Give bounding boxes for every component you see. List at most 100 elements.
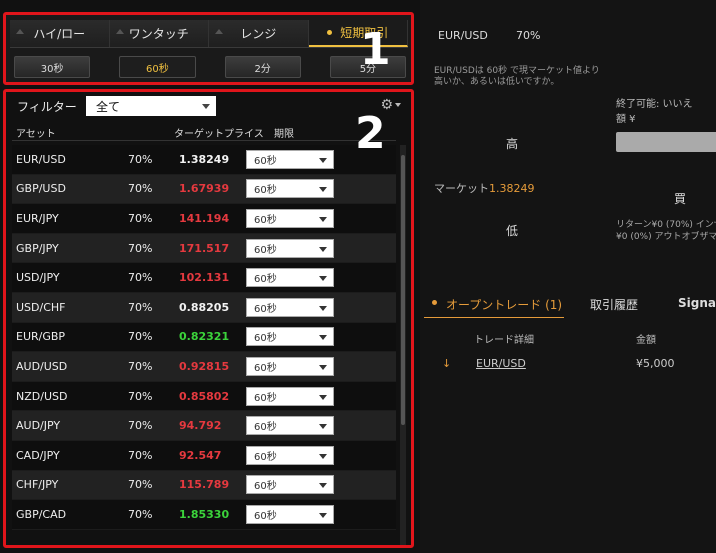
buy-button[interactable]: 買: [674, 190, 686, 207]
chevron-down-icon: [202, 104, 210, 109]
trade-header-detail: トレード詳細: [474, 335, 534, 346]
expiry-value: 60秒: [254, 274, 277, 286]
expiry-value: 60秒: [254, 392, 277, 404]
table-row[interactable]: EUR/GBP 70% 0.82321 60秒: [12, 322, 396, 353]
tab-label: レンジ: [240, 27, 277, 41]
expiry-value: 60秒: [254, 362, 277, 374]
expiry-select[interactable]: 60秒: [246, 268, 334, 288]
trade-amount: ¥5,000: [636, 357, 675, 370]
table-header: アセット ターゲットプライス 期限: [12, 121, 396, 141]
expiry-value: 60秒: [254, 422, 277, 434]
asset-name: EUR/GBP: [16, 330, 66, 344]
trading-screen: ハイ/ロー ワンタッチ レンジ 短期取引 30秒 60秒 2分 5分 1 フィル…: [0, 0, 716, 553]
scrollbar-thumb[interactable]: [401, 155, 405, 425]
asset-name: NZD/USD: [16, 389, 68, 403]
chevron-down-icon: [319, 512, 327, 518]
expiry-select[interactable]: 60秒: [246, 386, 334, 406]
return-line-2: ¥0 (0%) アウトオブザマ: [616, 232, 716, 242]
expiry-select[interactable]: 60秒: [246, 238, 334, 258]
gear-caret-icon[interactable]: [395, 103, 401, 107]
expiry-value: 60秒: [254, 333, 277, 345]
target-price: 1.67939: [179, 182, 230, 196]
expiry-value: 60秒: [254, 155, 277, 167]
down-arrow-icon: ↓: [442, 357, 452, 370]
detail-description: EUR/USDは 60秒 で現マーケット値より高いか、あるいは低いですか。: [434, 66, 600, 87]
target-price: 0.88205: [179, 300, 230, 314]
market-price: マーケット1.38249: [434, 180, 535, 196]
amount-input[interactable]: [616, 132, 716, 152]
expiry-value: 60秒: [254, 185, 277, 197]
table-row[interactable]: NZD/USD 70% 0.85802 60秒: [12, 381, 396, 412]
expiry-select[interactable]: 60秒: [246, 504, 334, 524]
tab-onetouch[interactable]: ワンタッチ: [109, 20, 209, 47]
tab-indicator-icon: [16, 29, 24, 34]
chevron-down-icon: [319, 216, 327, 222]
target-price: 102.131: [179, 271, 230, 285]
expiry-select[interactable]: 60秒: [246, 179, 334, 199]
callout-box-1: ハイ/ロー ワンタッチ レンジ 短期取引 30秒 60秒 2分 5分: [3, 12, 414, 85]
header-asset: アセット: [16, 129, 56, 140]
tab-highlow[interactable]: ハイ/ロー: [10, 20, 110, 47]
expiry-select[interactable]: 60秒: [246, 149, 334, 169]
expiry-select[interactable]: 60秒: [246, 445, 334, 465]
chevron-down-icon: [319, 157, 327, 163]
target-price: 1.85330: [179, 507, 230, 521]
asset-rows: EUR/USD 70% 1.38249 60秒 GBP/USD 70% 1.67939 60秒…: [12, 145, 396, 530]
header-target: ターゲットプライス: [174, 129, 264, 140]
table-row[interactable]: GBP/CAD 70% 1.85330 60秒: [12, 500, 396, 530]
asset-name: EUR/USD: [16, 152, 66, 166]
filter-bar: フィルター 全て ⚙: [6, 92, 411, 120]
expiry-select[interactable]: 60秒: [246, 475, 334, 495]
duration-2m-button[interactable]: 2分: [224, 56, 301, 78]
tab-trade-history[interactable]: 取引履歴: [590, 296, 638, 313]
asset-payout: 70%: [128, 478, 153, 492]
expiry-select[interactable]: 60秒: [246, 356, 334, 376]
expiry-select[interactable]: 60秒: [246, 416, 334, 436]
tab-short-term[interactable]: 短期取引: [308, 20, 408, 47]
expiry-select[interactable]: 60秒: [246, 327, 334, 347]
table-row[interactable]: GBP/USD 70% 1.67939 60秒: [12, 174, 396, 205]
callout-box-2: フィルター 全て ⚙ アセット ターゲットプライス 期限 EUR/USD 70% 1…: [3, 89, 414, 548]
low-button[interactable]: 低: [506, 222, 518, 239]
chevron-down-icon: [319, 335, 327, 341]
asset-payout: 70%: [128, 182, 153, 196]
market-value: 1.38249: [489, 182, 535, 195]
scrollbar[interactable]: [400, 145, 406, 545]
table-row[interactable]: USD/CHF 70% 0.88205 60秒: [12, 292, 396, 323]
trade-pair-link[interactable]: EUR/USD: [476, 357, 526, 370]
tab-open-trades[interactable]: オープントレード (1): [446, 296, 562, 313]
amount-label: 額 ¥: [616, 114, 636, 125]
table-row[interactable]: EUR/USD 70% 1.38249 60秒: [12, 145, 396, 175]
tab-range[interactable]: レンジ: [209, 20, 309, 47]
tab-indicator-icon: [215, 29, 223, 34]
chevron-down-icon: [319, 364, 327, 370]
asset-payout: 70%: [128, 271, 153, 285]
table-row[interactable]: AUD/USD 70% 0.92815 60秒: [12, 352, 396, 382]
high-button[interactable]: 高: [506, 135, 518, 152]
chevron-down-icon: [319, 394, 327, 400]
table-row[interactable]: EUR/JPY 70% 141.194 60秒: [12, 204, 396, 234]
callout-number-1: 1: [360, 24, 391, 75]
market-label: マーケット: [434, 182, 489, 195]
expiry-select[interactable]: 60秒: [246, 208, 334, 228]
table-row[interactable]: CHF/JPY 70% 115.789 60秒: [12, 470, 396, 501]
return-info: リターン¥0 (70%) インザ ¥0 (0%) アウトオブザマ: [616, 219, 716, 243]
table-row[interactable]: CAD/JPY 70% 92.547 60秒: [12, 440, 396, 471]
header-expiry: 期限: [274, 129, 294, 140]
table-row[interactable]: USD/JPY 70% 102.131 60秒: [12, 263, 396, 293]
tab-signals[interactable]: Signals: [678, 296, 716, 310]
asset-payout: 70%: [128, 419, 153, 433]
trade-header-amount: 金額: [636, 335, 656, 346]
duration-60s-button[interactable]: 60秒: [119, 56, 196, 78]
chevron-down-icon: [319, 453, 327, 459]
asset-payout: 70%: [128, 448, 153, 462]
right-panel: EUR/USD 70% EUR/USDは 60秒 で現マーケット値より高いか、あ…: [420, 0, 716, 553]
asset-payout: 70%: [128, 241, 153, 255]
table-row[interactable]: AUD/JPY 70% 94.792 60秒: [12, 411, 396, 441]
expiry-select[interactable]: 60秒: [246, 297, 334, 317]
table-row[interactable]: GBP/JPY 70% 171.517 60秒: [12, 233, 396, 264]
filter-select[interactable]: 全て: [86, 96, 216, 116]
filter-label: フィルター: [17, 99, 77, 114]
duration-30s-button[interactable]: 30秒: [14, 56, 91, 78]
tab-label: ハイ/ロー: [33, 27, 86, 41]
